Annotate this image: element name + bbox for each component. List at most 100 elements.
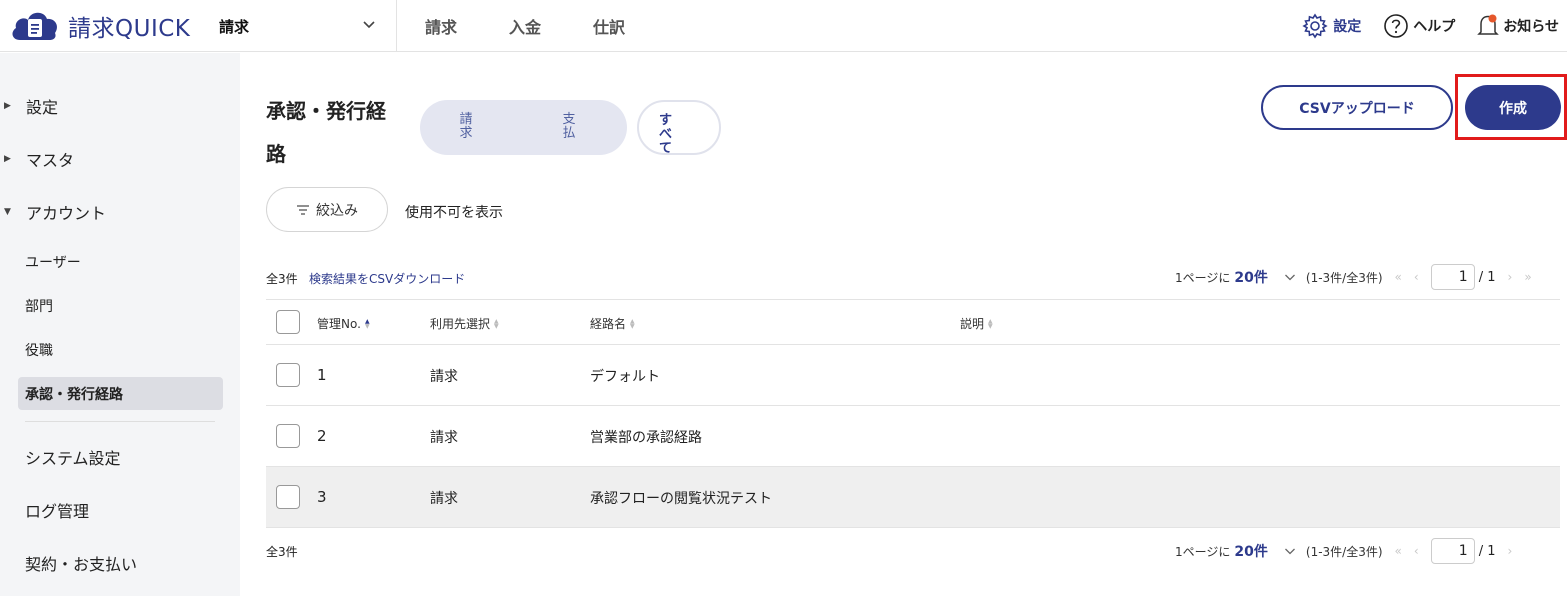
- triangle-right-icon: ▶: [4, 154, 11, 164]
- notifications-button[interactable]: お知らせ: [1477, 13, 1559, 39]
- segment-all[interactable]: すべて: [637, 100, 721, 156]
- per-page-label: 1ページに: [1175, 270, 1231, 285]
- sidebar-group-master[interactable]: ▶ マスタ: [0, 147, 74, 171]
- chevron-down-icon[interactable]: [1284, 271, 1296, 283]
- cell-target: 請求: [430, 430, 458, 446]
- column-label: 説明: [960, 317, 985, 331]
- sidebar-item-positions[interactable]: 役職: [25, 340, 53, 360]
- column-header-no[interactable]: 管理No. ▲ ▼: [317, 315, 370, 332]
- segment-billing[interactable]: 請求: [459, 113, 473, 141]
- cell-name: 承認フローの閲覧状況テスト: [590, 491, 772, 507]
- header-tools: 設定 ヘルプ お知らせ: [1279, 0, 1559, 52]
- table-row[interactable]: 3 請求 承認フローの閲覧状況テスト: [266, 467, 1560, 528]
- settings-button[interactable]: 設定: [1301, 12, 1361, 40]
- type-segment: 請求 支払: [420, 100, 627, 155]
- top-nav: 請求 入金 仕訳: [425, 0, 677, 52]
- chevron-down-icon[interactable]: [1284, 545, 1296, 557]
- column-header-target[interactable]: 利用先選択 ▲ ▼: [430, 315, 499, 332]
- filter-label: 絞込み: [316, 202, 358, 219]
- settings-label: 設定: [1333, 19, 1362, 35]
- last-page-button[interactable]: »: [1524, 270, 1531, 284]
- triangle-down-icon: ▼: [4, 207, 11, 217]
- filter-button[interactable]: 絞込み: [266, 187, 388, 232]
- sidebar-group-label: 設定: [26, 98, 59, 117]
- page-number-input[interactable]: [1430, 538, 1475, 564]
- segment-all-label: すべて: [659, 113, 673, 156]
- gear-icon: [1301, 12, 1329, 40]
- page-range: (1-3件/全3件): [1305, 544, 1383, 559]
- column-label: 経路名: [590, 317, 627, 331]
- per-page-label: 1ページに: [1175, 544, 1231, 559]
- first-page-button[interactable]: «: [1395, 544, 1402, 558]
- table-row[interactable]: 1 請求 デフォルト: [266, 345, 1560, 406]
- bell-icon: [1477, 13, 1500, 39]
- sidebar-group-label: マスタ: [26, 151, 75, 170]
- page-total: / 1: [1478, 543, 1496, 559]
- cell-target: 請求: [430, 369, 458, 385]
- row-checkbox[interactable]: [276, 363, 300, 387]
- first-page-button[interactable]: «: [1395, 270, 1402, 284]
- column-header-name[interactable]: 経路名 ▲ ▼: [590, 315, 635, 332]
- csv-upload-button[interactable]: CSVアップロード: [1261, 85, 1453, 130]
- notifications-label: お知らせ: [1503, 19, 1559, 35]
- app-logo[interactable]: 請求QUICK: [10, 8, 190, 44]
- page-range: (1-3件/全3件): [1305, 270, 1383, 285]
- sidebar-item-system-settings[interactable]: システム設定: [25, 445, 121, 469]
- next-page-button[interactable]: ›: [1508, 544, 1513, 558]
- row-checkbox[interactable]: [276, 485, 300, 509]
- pager-top: 1ページに 20件 (1-3件/全3件) « ‹ / 1 › »: [1175, 264, 1532, 290]
- page-total: / 1: [1478, 269, 1496, 285]
- chevron-down-icon: [362, 16, 376, 35]
- cloud-logo-icon: [10, 8, 60, 44]
- top-bar: 請求QUICK 請求 請求 入金 仕訳 設定 ヘルプ お知らせ: [0, 0, 1567, 52]
- column-label: 利用先選択: [430, 317, 491, 331]
- sort-icon: ▲ ▼: [364, 317, 370, 330]
- table-header: 管理No. ▲ ▼ 利用先選択 ▲ ▼ 経路名 ▲ ▼ 説明 ▲ ▼: [266, 299, 1560, 345]
- sidebar: ▶ 設定 ▶ マスタ ▼ アカウント ユーザー 部門 役職 承認・発行経路 シス…: [0, 53, 240, 596]
- cell-name: デフォルト: [590, 369, 660, 385]
- page-title: 承認・発行経路: [266, 99, 386, 166]
- nav-receipts[interactable]: 入金: [509, 14, 541, 38]
- result-count-bottom: 全3件: [266, 545, 298, 559]
- sidebar-divider: [25, 421, 215, 422]
- row-checkbox[interactable]: [276, 424, 300, 448]
- product-select-value: 請求: [219, 17, 250, 36]
- sidebar-item-log-management[interactable]: ログ管理: [25, 498, 89, 522]
- help-label: ヘルプ: [1413, 19, 1456, 35]
- cell-no: 1: [317, 366, 327, 384]
- sidebar-group-settings[interactable]: ▶ 設定: [0, 94, 58, 118]
- nav-billing[interactable]: 請求: [425, 14, 457, 38]
- per-page-value[interactable]: 20件: [1234, 541, 1267, 561]
- triangle-right-icon: ▶: [4, 101, 11, 111]
- prev-page-button[interactable]: ‹: [1414, 544, 1419, 558]
- per-page-value[interactable]: 20件: [1234, 267, 1267, 287]
- nav-journal[interactable]: 仕訳: [593, 14, 625, 38]
- sidebar-item-departments[interactable]: 部門: [25, 296, 53, 316]
- sidebar-item-users[interactable]: ユーザー: [25, 252, 81, 272]
- sort-icon: ▲ ▼: [630, 317, 635, 330]
- sidebar-item-approval-routes[interactable]: 承認・発行経路: [18, 377, 223, 410]
- product-select[interactable]: 請求: [219, 0, 397, 52]
- sort-icon: ▲ ▼: [988, 317, 993, 330]
- pager-bottom: 1ページに 20件 (1-3件/全3件) « ‹ / 1 ›: [1175, 538, 1512, 564]
- csv-download-link[interactable]: 検索結果をCSVダウンロード: [309, 270, 465, 287]
- cell-no: 3: [317, 488, 327, 506]
- show-disabled-toggle[interactable]: 使用不可を表示: [405, 202, 503, 222]
- page-number-input[interactable]: [1430, 264, 1475, 290]
- next-page-button[interactable]: ›: [1508, 270, 1513, 284]
- sort-icon: ▲ ▼: [494, 317, 499, 330]
- help-button[interactable]: ヘルプ: [1383, 13, 1455, 39]
- sidebar-item-contract-payment[interactable]: 契約・お支払い: [25, 551, 137, 575]
- column-header-description[interactable]: 説明 ▲ ▼: [960, 315, 993, 332]
- result-count: 全3件: [266, 272, 298, 286]
- cell-name: 営業部の承認経路: [590, 430, 702, 446]
- sidebar-group-label: アカウント: [26, 204, 107, 223]
- create-button[interactable]: 作成: [1465, 85, 1561, 130]
- segment-payment[interactable]: 支払: [562, 113, 576, 141]
- cell-target: 請求: [430, 491, 458, 507]
- sidebar-group-account[interactable]: ▼ アカウント: [0, 200, 106, 224]
- select-all-checkbox[interactable]: [276, 310, 300, 334]
- prev-page-button[interactable]: ‹: [1414, 270, 1419, 284]
- table-row[interactable]: 2 請求 営業部の承認経路: [266, 406, 1560, 467]
- cell-no: 2: [317, 427, 327, 445]
